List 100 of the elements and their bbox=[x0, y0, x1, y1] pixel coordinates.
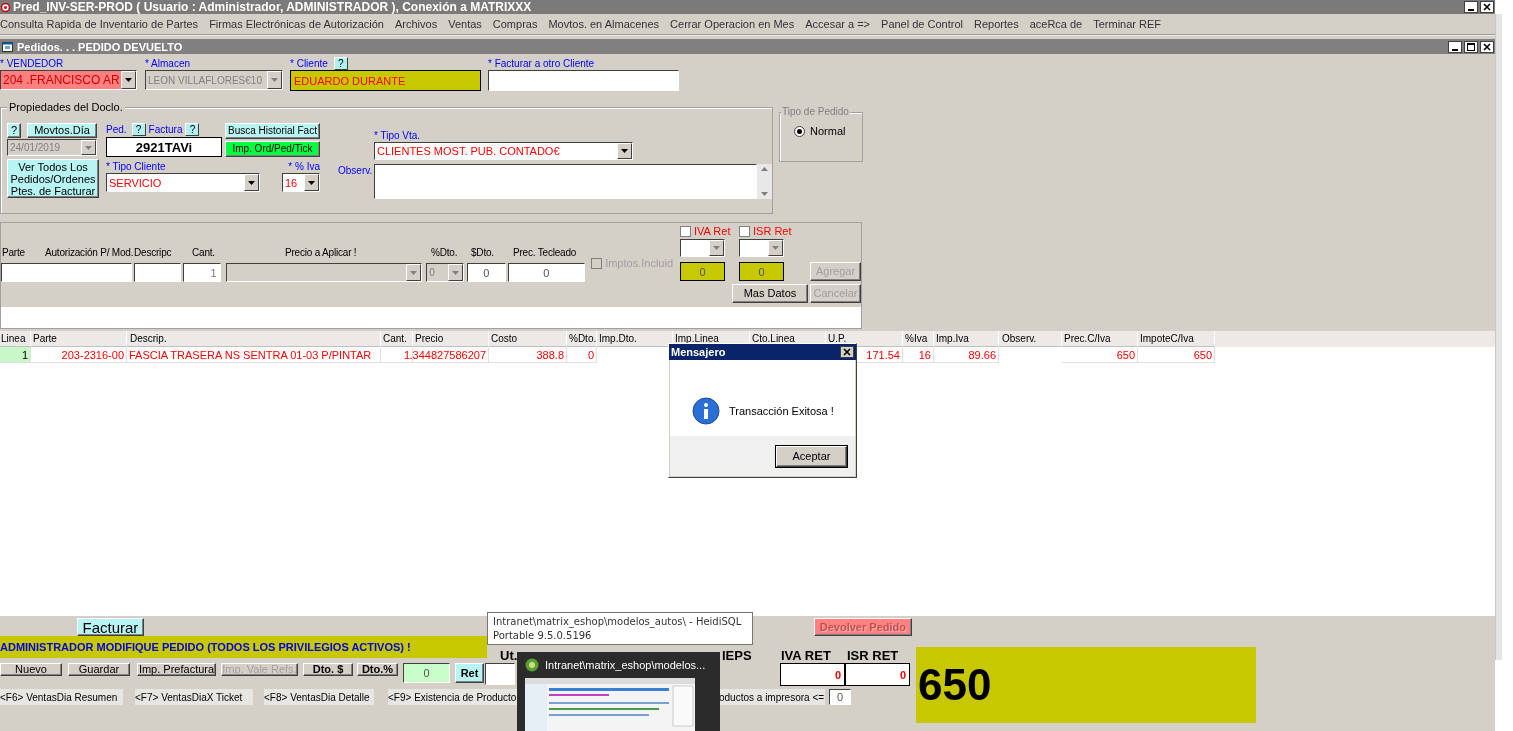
discount-field[interactable]: 0 bbox=[403, 663, 450, 683]
menu-item[interactable]: Cerrar Operacion en Mes bbox=[670, 18, 801, 30]
client-type-dropdown[interactable]: SERVICIO bbox=[106, 173, 260, 192]
column-header[interactable]: Costo bbox=[489, 331, 567, 347]
caret-icon bbox=[271, 78, 278, 82]
menu-item[interactable]: Archivos bbox=[395, 18, 444, 30]
help-button[interactable]: ? bbox=[185, 123, 200, 136]
menu-item[interactable]: aceRca de bbox=[1029, 18, 1089, 30]
column-header[interactable]: Observ. bbox=[999, 331, 1062, 347]
accept-button[interactable]: Aceptar bbox=[776, 445, 847, 467]
typed-price-field[interactable]: 0 bbox=[507, 263, 586, 282]
help-button[interactable]: ? bbox=[333, 57, 348, 70]
table-cell: 203-2316-00 bbox=[31, 347, 127, 363]
maximize-icon bbox=[1467, 42, 1475, 51]
help-button[interactable]: ? bbox=[7, 123, 21, 138]
dropdown[interactable] bbox=[680, 239, 725, 257]
caret-icon bbox=[772, 246, 779, 250]
window-icon bbox=[2, 41, 14, 52]
table-cell: 650 bbox=[1062, 347, 1138, 363]
total-amount: 650 bbox=[916, 647, 1256, 723]
menu-item[interactable]: Firmas Electrónicas de Autorización bbox=[209, 18, 390, 30]
input-field[interactable] bbox=[488, 70, 679, 91]
menu-item[interactable]: Movtos. en Almacenes bbox=[548, 18, 666, 30]
toolbar-button[interactable]: Dto. $ bbox=[303, 663, 353, 676]
column-header[interactable]: ImpoteC/Iva bbox=[1138, 331, 1215, 347]
column-header[interactable]: Descrip. bbox=[127, 331, 381, 347]
more-data-button[interactable]: Mas Datos bbox=[732, 284, 808, 303]
search-history-button[interactable]: Busca Historial Fact bbox=[225, 123, 320, 139]
close-button[interactable] bbox=[1480, 40, 1494, 53]
column-header[interactable]: Imp.Iva bbox=[934, 331, 999, 347]
radio-button[interactable]: Normal bbox=[794, 125, 862, 137]
field-label: Parte bbox=[2, 247, 25, 258]
minimize-icon bbox=[1468, 9, 1474, 11]
column-header[interactable]: Cant. bbox=[381, 331, 413, 347]
menu-item[interactable]: Panel de Control bbox=[881, 18, 969, 30]
description-field[interactable] bbox=[134, 263, 181, 282]
table-cell: 650 bbox=[1138, 347, 1215, 363]
toolbar-button[interactable]: Guardar bbox=[68, 663, 130, 676]
toolbar-button[interactable]: Dto.% bbox=[357, 663, 398, 676]
menu-item[interactable]: Ventas bbox=[448, 18, 488, 30]
up-arrow-icon bbox=[761, 167, 768, 171]
price-dropdown[interactable] bbox=[225, 263, 423, 282]
discount-amount-field[interactable]: 0 bbox=[466, 263, 506, 282]
field-label: Observ. bbox=[338, 164, 374, 177]
withholding-field[interactable]: 0 bbox=[680, 262, 725, 281]
shortcut-label[interactable]: <F8> VentasDia Detalle bbox=[264, 689, 374, 705]
total-label: IEPS bbox=[722, 649, 753, 663]
tax-rate-dropdown[interactable]: 16 bbox=[282, 173, 320, 192]
input-field[interactable] bbox=[485, 663, 515, 685]
close-button[interactable] bbox=[840, 346, 854, 358]
dropdown[interactable] bbox=[739, 239, 784, 257]
quantity-field[interactable]: 1 bbox=[182, 263, 221, 282]
shortcut-label[interactable]: <F9> Existencia de Producto bbox=[388, 689, 517, 705]
column-header[interactable]: Prec.C/Iva bbox=[1062, 331, 1138, 347]
minimize-button[interactable] bbox=[1448, 40, 1462, 53]
close-icon bbox=[1483, 3, 1491, 11]
column-header[interactable]: Parte bbox=[31, 331, 127, 347]
table-cell: 16 bbox=[903, 347, 934, 363]
part-field[interactable] bbox=[1, 263, 133, 282]
column-header[interactable]: Precio bbox=[413, 331, 489, 347]
total-field: 0 bbox=[780, 663, 845, 686]
menu-item[interactable]: Consulta Rapida de Inventario de Partes bbox=[0, 18, 205, 30]
close-button[interactable] bbox=[1480, 1, 1494, 13]
field-label: * VENDEDOR bbox=[0, 57, 65, 70]
menu-item[interactable]: Accesar a => bbox=[805, 18, 877, 30]
shortcut-label[interactable]: oductos a impresora <= bbox=[719, 689, 825, 705]
column-header[interactable]: %Dto. bbox=[567, 331, 597, 347]
toolbar-button[interactable]: Nuevo bbox=[0, 663, 62, 676]
movements-button[interactable]: Movtos.Día bbox=[27, 123, 97, 138]
withholding-field[interactable]: 0 bbox=[739, 262, 784, 281]
group-title: Propiedades del Doclo. bbox=[7, 101, 125, 113]
toolbar-button[interactable]: Imp. Prefactura bbox=[137, 663, 216, 676]
scrollbar[interactable] bbox=[757, 164, 772, 199]
menu-item[interactable]: Terminar REF bbox=[1093, 18, 1168, 30]
withholding-button[interactable]: Ret bbox=[455, 663, 484, 683]
menu-item[interactable]: Compras bbox=[492, 18, 544, 30]
print-button[interactable]: Imp. Ord/Ped/Tick bbox=[225, 141, 320, 157]
app-logo-icon bbox=[525, 658, 539, 672]
field-label: * Cliente bbox=[290, 57, 328, 70]
shortcut-label[interactable]: <F7> VentasDiaX Ticket bbox=[135, 689, 253, 705]
invoice-button[interactable]: Facturar bbox=[77, 618, 144, 636]
close-icon bbox=[1483, 42, 1491, 51]
shortcut-label[interactable]: <F6> VentasDia Resumen bbox=[0, 689, 123, 705]
target-icon bbox=[1, 2, 10, 12]
maximize-button[interactable] bbox=[1464, 40, 1478, 53]
notes-field[interactable] bbox=[374, 164, 757, 199]
view-all-button[interactable]: Ver Todos Los Pedidos/Ordenes Ptes. de Facturar bbox=[7, 159, 99, 198]
field-label: * Almacen bbox=[145, 57, 192, 70]
minimize-button[interactable] bbox=[1464, 1, 1478, 13]
help-button[interactable]: ? bbox=[131, 123, 146, 136]
scrollbar[interactable] bbox=[1495, 14, 1502, 660]
sale-type-dropdown[interactable]: CLIENTES MOST. PUB. CONTADO€ bbox=[374, 142, 633, 160]
caret-icon bbox=[125, 78, 132, 82]
column-header[interactable]: %Iva bbox=[903, 331, 934, 347]
table-cell: 388.8 bbox=[489, 347, 567, 363]
invoice-number-field[interactable]: 2921TAVi bbox=[106, 137, 222, 157]
field-label: Prec. Tecleado bbox=[513, 247, 577, 258]
table-cell: FASCIA TRASERA NS SENTRA 01-03 P/PINTAR bbox=[127, 347, 381, 363]
input-field[interactable]: 0 bbox=[829, 689, 851, 705]
menu-item[interactable]: Reportes bbox=[974, 18, 1025, 30]
